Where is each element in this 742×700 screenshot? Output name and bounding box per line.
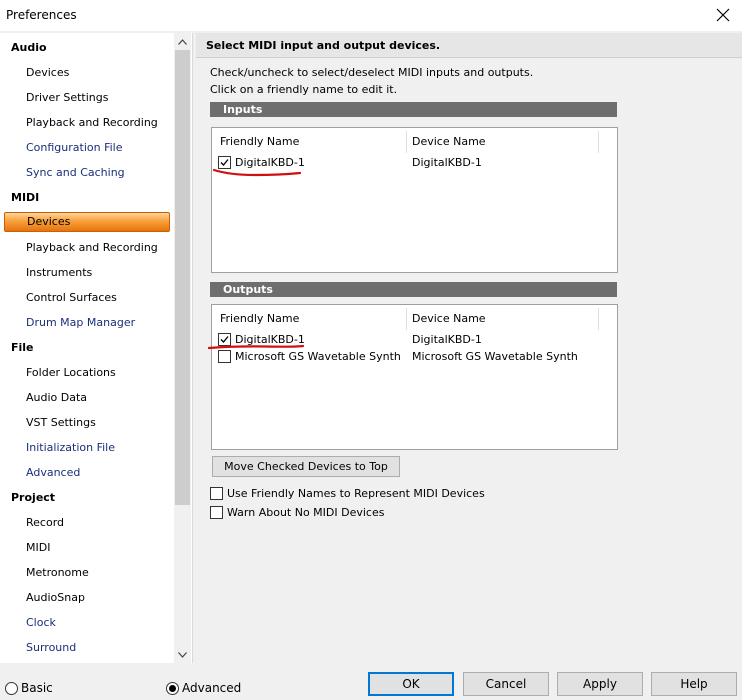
inputs-col-device-name[interactable]: Device Name	[412, 135, 486, 148]
help-button[interactable]: Help	[651, 672, 737, 696]
scroll-up-icon[interactable]	[174, 33, 191, 50]
outputs-col-friendly-name[interactable]: Friendly Name	[220, 312, 299, 325]
basic-radio-button[interactable]	[5, 682, 18, 695]
tree-item-file-audio-data[interactable]: Audio Data	[26, 391, 87, 404]
tree-group-project[interactable]: Project	[11, 491, 55, 504]
red-underline-annotation	[207, 344, 305, 350]
red-underline-annotation	[212, 168, 302, 177]
column-separator	[406, 131, 407, 153]
tree-item-project-midi[interactable]: MIDI	[26, 541, 50, 554]
tree-item-audio-devices[interactable]: Devices	[26, 66, 69, 79]
output-device-name: DigitalKBD-1	[412, 333, 482, 346]
panel-header-text: Select MIDI input and output devices.	[206, 39, 441, 52]
advanced-radio-label[interactable]: Advanced	[182, 681, 241, 695]
tree-item-file-vst-settings[interactable]: VST Settings	[26, 416, 96, 429]
window-title: Preferences	[6, 8, 77, 22]
title-bar: Preferences	[0, 0, 742, 31]
sidebar-scroll-thumb[interactable]	[175, 50, 190, 505]
tree-item-midi-playback-and-recording[interactable]: Playback and Recording	[26, 241, 158, 254]
cancel-button[interactable]: Cancel	[463, 672, 549, 696]
warn-no-midi-checkbox[interactable]	[210, 506, 223, 519]
tree-item-audio-playback-and-recording[interactable]: Playback and Recording	[26, 116, 158, 129]
outputs-list[interactable]: Friendly Name Device Name DigitalKBD-1 D…	[211, 304, 618, 450]
tree-item-midi-instruments[interactable]: Instruments	[26, 266, 92, 279]
tree-item-audio-driver-settings[interactable]: Driver Settings	[26, 91, 108, 104]
tree-item-audio-configuration-file[interactable]: Configuration File	[26, 141, 123, 154]
scroll-down-icon[interactable]	[174, 646, 191, 663]
tree-item-project-metronome[interactable]: Metronome	[26, 566, 89, 579]
warn-no-midi-label[interactable]: Warn About No MIDI Devices	[227, 506, 384, 519]
use-friendly-names-label[interactable]: Use Friendly Names to Represent MIDI Dev…	[227, 487, 485, 500]
ok-button[interactable]: OK	[368, 672, 454, 696]
inputs-section-header: Inputs	[210, 102, 617, 117]
tree-item-file-initialization-file[interactable]: Initialization File	[26, 441, 115, 454]
advanced-radio-button[interactable]	[166, 682, 179, 695]
dialog-footer: Basic Advanced OK Cancel Apply Help	[0, 665, 742, 700]
instruction-text-1: Check/uncheck to select/deselect MIDI in…	[210, 66, 534, 79]
outputs-section-header: Outputs	[210, 282, 617, 297]
tree-group-file[interactable]: File	[11, 341, 34, 354]
tree-item-project-audiosnap[interactable]: AudioSnap	[26, 591, 85, 604]
tree-item-audio-sync-and-caching[interactable]: Sync and Caching	[26, 166, 125, 179]
column-separator	[598, 131, 599, 153]
outputs-col-device-name[interactable]: Device Name	[412, 312, 486, 325]
close-icon[interactable]	[712, 4, 734, 26]
instruction-text-2: Click on a friendly name to edit it.	[210, 83, 398, 96]
preferences-sidebar: Audio Devices Driver Settings Playback and …	[0, 33, 193, 663]
apply-button[interactable]: Apply	[557, 672, 643, 696]
tree-item-midi-devices[interactable]: Devices	[4, 212, 170, 232]
tree-group-audio[interactable]: Audio	[11, 41, 47, 54]
inputs-list[interactable]: Friendly Name Device Name DigitalKBD-1 D…	[211, 127, 618, 273]
sidebar-scrollbar[interactable]	[174, 33, 191, 663]
tree-item-project-record[interactable]: Record	[26, 516, 64, 529]
panel-header: Select MIDI input and output devices.	[196, 33, 742, 58]
move-checked-to-top-button[interactable]: Move Checked Devices to Top	[212, 456, 400, 477]
tree-item-file-folder-locations[interactable]: Folder Locations	[26, 366, 116, 379]
tree-group-midi[interactable]: MIDI	[11, 191, 39, 204]
column-separator	[598, 308, 599, 330]
use-friendly-names-checkbox[interactable]	[210, 487, 223, 500]
column-separator	[406, 308, 407, 330]
output-device-name: Microsoft GS Wavetable Synth	[412, 350, 578, 363]
input-device-name: DigitalKBD-1	[412, 156, 482, 169]
inputs-col-friendly-name[interactable]: Friendly Name	[220, 135, 299, 148]
tree-item-midi-control-surfaces[interactable]: Control Surfaces	[26, 291, 117, 304]
tree-item-file-advanced[interactable]: Advanced	[26, 466, 80, 479]
tree-item-midi-drum-map-manager[interactable]: Drum Map Manager	[26, 316, 135, 329]
tree-item-project-surround[interactable]: Surround	[26, 641, 76, 654]
basic-radio-label[interactable]: Basic	[21, 681, 53, 695]
tree-item-project-clock[interactable]: Clock	[26, 616, 56, 629]
